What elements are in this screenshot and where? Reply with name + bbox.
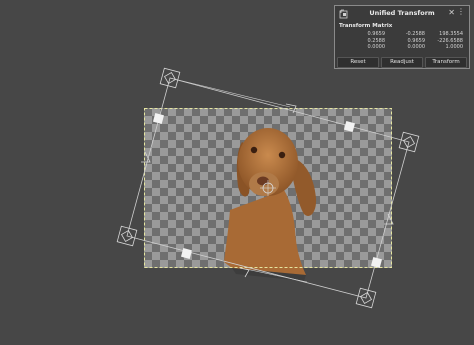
reset-button[interactable]: Reset [337,57,379,68]
dog-nose [257,176,269,186]
matrix-cell: -0.2588 [405,31,425,37]
dog-right-eye [278,151,286,159]
matrix-heading: Transform Matrix [339,23,393,29]
transform-rotation-guide-2 [169,77,291,108]
readjust-button[interactable]: Readjust [381,57,423,68]
matrix-cell: 0.9659 [367,31,386,37]
matrix-cell: 0.0000 [367,44,386,51]
unified-transform-dialog: Unified Transform ✕ ⋮ Transform Matrix 0… [334,5,470,69]
matrix-cell: -226.6588 [437,37,463,44]
matrix-cell: 198.3554 [439,31,463,37]
dialog-button-row: Reset Readjust Transform [337,57,467,68]
dog-left-eye [250,146,258,154]
matrix-cell: 0.9659 [407,37,426,44]
matrix-cell: 0.2588 [367,37,386,44]
close-icon[interactable]: ✕ [448,8,455,18]
matrix-cell: 0.0000 [407,44,426,51]
dialog-menu-icon[interactable]: ⋮ [457,7,465,17]
dialog-header[interactable]: Unified Transform ✕ ⋮ [335,6,469,22]
matrix-cell: 1.0000 [445,44,464,51]
transform-matrix: 0.9659 -0.2588 198.3554 0.2588 0.9659 -2… [349,31,467,50]
transform-button[interactable]: Transform [425,57,467,68]
